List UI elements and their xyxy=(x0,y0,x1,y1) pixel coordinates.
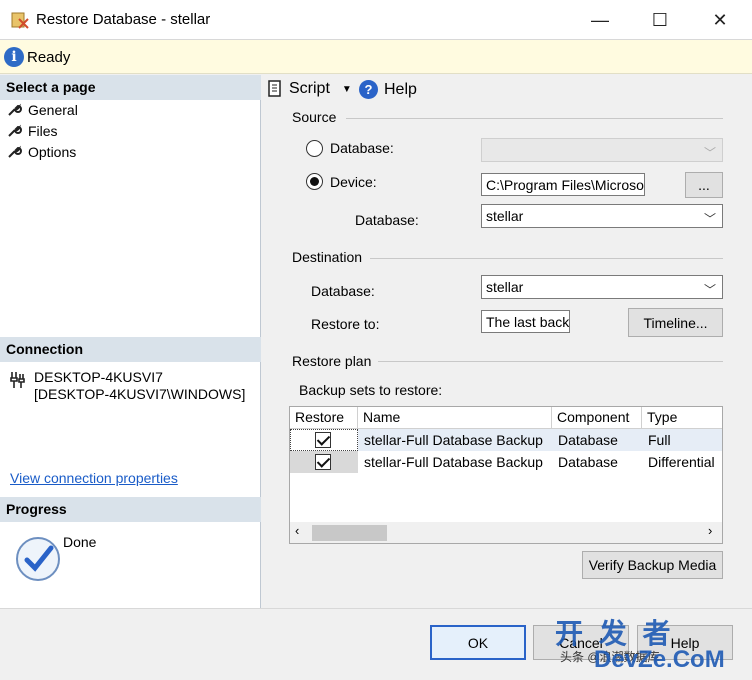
connection-info: DESKTOP-4KUSVI7 [DESKTOP-4KUSVI7\WINDOWS… xyxy=(34,369,245,403)
close-button[interactable]: ✕ xyxy=(690,0,750,40)
ok-button[interactable]: OK xyxy=(430,625,526,660)
info-icon: i xyxy=(4,47,24,67)
help-button[interactable]: ? Help xyxy=(359,80,417,99)
source-group-label: Source xyxy=(292,109,337,125)
restore-plan-divider xyxy=(378,361,723,362)
wrench-icon xyxy=(8,145,22,158)
backup-name: stellar-Full Database Backup xyxy=(364,432,543,448)
destination-divider xyxy=(370,258,723,259)
progress-header: Progress xyxy=(0,497,261,522)
column-header-restore[interactable]: Restore xyxy=(290,407,358,429)
minimize-button[interactable]: — xyxy=(570,0,630,40)
backup-type: Full xyxy=(648,432,671,448)
window-title: Restore Database - stellar xyxy=(36,11,211,28)
column-header-component[interactable]: Component xyxy=(552,407,642,429)
device-radio-label: Device: xyxy=(330,174,377,190)
backup-component: Database xyxy=(558,454,618,470)
backup-sets-grid[interactable]: Restore Name Component Type stellar-Full… xyxy=(289,406,723,544)
scroll-left-icon[interactable]: ‹ xyxy=(295,523,299,538)
destination-database-label: Database: xyxy=(311,283,375,299)
restore-to-field: The last back xyxy=(481,310,570,333)
connection-icon xyxy=(10,372,25,388)
chevron-down-icon: ﹀ xyxy=(703,146,716,160)
restore-plan-group-label: Restore plan xyxy=(292,353,372,369)
timeline-button[interactable]: Timeline... xyxy=(628,308,723,337)
connection-server: DESKTOP-4KUSVI7 xyxy=(34,369,163,385)
backup-sets-label: Backup sets to restore: xyxy=(299,382,443,398)
column-header-type[interactable]: Type xyxy=(642,407,722,429)
script-icon xyxy=(268,80,281,97)
progress-status: Done xyxy=(63,534,97,550)
chevron-down-icon: ﹀ xyxy=(703,283,716,297)
watermark-site: DevZe.CoM xyxy=(594,646,725,673)
maximize-button[interactable]: ☐ xyxy=(630,0,690,40)
page-item-label: Options xyxy=(28,144,77,160)
status-text: Ready xyxy=(27,49,71,66)
restore-database-icon xyxy=(11,12,29,29)
script-label: Script xyxy=(289,80,330,97)
wrench-icon xyxy=(8,103,22,116)
help-icon: ? xyxy=(359,80,378,99)
view-connection-properties-link[interactable]: View connection properties xyxy=(10,470,178,486)
page-item-label: General xyxy=(28,102,78,118)
destination-database-select[interactable]: stellar ﹀ xyxy=(481,275,723,299)
chevron-down-icon[interactable]: ▼ xyxy=(342,84,352,95)
browse-button[interactable]: ... xyxy=(685,172,723,198)
page-item-general[interactable]: General xyxy=(8,102,78,118)
source-database-combo-disabled: ﹀ xyxy=(481,138,723,162)
connection-header: Connection xyxy=(0,337,261,362)
restore-checkbox[interactable] xyxy=(315,432,331,448)
destination-group-label: Destination xyxy=(292,249,363,265)
source-divider xyxy=(346,118,723,119)
scrollbar-thumb[interactable] xyxy=(312,525,387,541)
database-radio[interactable] xyxy=(306,140,323,157)
source-database-select[interactable]: stellar ﹀ xyxy=(481,204,723,228)
chevron-down-icon: ﹀ xyxy=(703,212,716,226)
help-label: Help xyxy=(384,80,417,98)
scroll-right-icon[interactable]: › xyxy=(708,523,712,538)
database-radio-label: Database: xyxy=(330,140,394,156)
script-button[interactable]: Script ▼ xyxy=(267,80,352,98)
backup-type: Differential xyxy=(648,454,715,470)
select-page-header: Select a page xyxy=(0,75,261,100)
restore-to-label: Restore to: xyxy=(311,316,380,332)
device-path-field[interactable]: C:\Program Files\Microsof xyxy=(481,173,645,196)
source-database-label: Database: xyxy=(355,212,419,228)
source-database-value: stellar xyxy=(486,208,524,224)
progress-done-icon xyxy=(16,537,60,581)
backup-name: stellar-Full Database Backup xyxy=(364,454,543,470)
column-header-name[interactable]: Name xyxy=(358,407,552,429)
verify-backup-media-button[interactable]: Verify Backup Media xyxy=(582,551,723,579)
backup-component: Database xyxy=(558,432,618,448)
device-radio[interactable] xyxy=(306,173,323,190)
page-item-label: Files xyxy=(28,123,58,139)
connection-user: [DESKTOP-4KUSVI7\WINDOWS] xyxy=(34,386,246,402)
status-bar xyxy=(0,40,752,74)
destination-database-value: stellar xyxy=(486,279,524,295)
page-item-options[interactable]: Options xyxy=(8,144,76,160)
page-item-files[interactable]: Files xyxy=(8,123,58,139)
wrench-icon xyxy=(8,124,22,137)
restore-checkbox[interactable] xyxy=(315,454,331,470)
